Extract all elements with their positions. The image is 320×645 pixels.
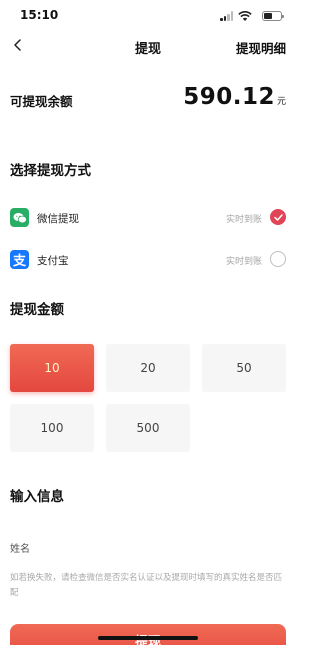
nav-bar: 提现 提现明细 [0, 32, 296, 62]
amount-option-50[interactable]: 50 [202, 344, 286, 392]
methods-section-title: 选择提现方式 [10, 163, 91, 179]
balance-amount: 590.12 元 [183, 84, 286, 110]
balance-label: 可提现余额 [10, 94, 73, 109]
method-row-alipay[interactable]: 支 支付宝 实时到账 [0, 246, 296, 274]
amount-section-title: 提现金额 [10, 302, 64, 318]
status-time: 15:10 [20, 8, 59, 22]
check-icon [273, 213, 283, 221]
name-field-label[interactable]: 姓名 [10, 540, 30, 555]
balance-unit: 元 [276, 97, 286, 107]
info-section-title: 输入信息 [10, 489, 64, 505]
home-indicator [98, 636, 198, 640]
wechat-icon [10, 208, 29, 227]
method-name: 支付宝 [37, 255, 69, 267]
withdraw-page: 15:10 提现 提现明细 可提现余额 590.12 元 选择提现方式 微信提现… [0, 0, 296, 645]
battery-icon [262, 11, 284, 21]
method-name: 微信提现 [37, 213, 79, 225]
method-note: 实时到账 [225, 257, 262, 267]
balance-value: 590.12 [183, 84, 275, 110]
hint-text: 如若换失败，请检查微信是否实名认证以及提现时填写的真实姓名是否匹配 [10, 573, 283, 598]
withdraw-history-link[interactable]: 提现明细 [236, 38, 286, 57]
radio-selected[interactable] [270, 209, 286, 225]
radio-unselected[interactable] [270, 251, 286, 267]
alipay-icon: 支 [10, 250, 29, 269]
amount-option-10[interactable]: 10 [10, 344, 94, 392]
method-note: 实时到账 [225, 215, 262, 225]
amount-option-500[interactable]: 500 [106, 404, 190, 452]
signal-icon [220, 11, 234, 21]
submit-withdraw-button[interactable]: 提现 [10, 624, 286, 645]
status-bar: 15:10 [0, 0, 296, 32]
amount-option-100[interactable]: 100 [10, 404, 94, 452]
amount-option-20[interactable]: 20 [106, 344, 190, 392]
status-icons [212, 10, 284, 22]
method-row-wechat[interactable]: 微信提现 实时到账 [0, 204, 296, 232]
wifi-icon [238, 11, 252, 21]
